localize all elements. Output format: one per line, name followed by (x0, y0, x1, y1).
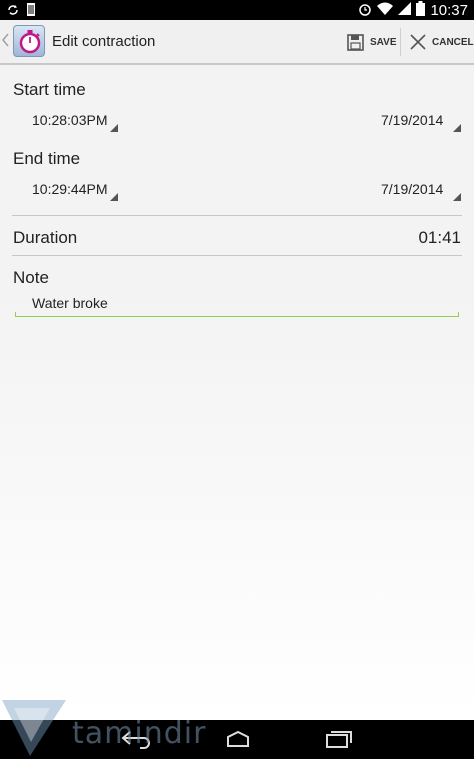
end-time-value: 10:29:44PM (32, 181, 108, 197)
recent-apps-button[interactable] (325, 728, 353, 755)
back-arrow-icon (121, 731, 150, 749)
end-date-value: 7/19/2014 (381, 181, 444, 197)
recent-apps-icon (326, 731, 352, 748)
up-navigation-button[interactable] (2, 33, 12, 49)
duration-value: 01:41 (418, 228, 461, 247)
save-button[interactable]: SAVE (347, 20, 397, 64)
note-input[interactable]: Water broke (15, 292, 459, 317)
sync-icon (6, 3, 20, 21)
home-button[interactable] (222, 730, 254, 753)
status-right-icons: 10:37 (358, 1, 468, 19)
alarm-icon (358, 2, 372, 19)
chevron-left-icon (2, 33, 9, 47)
signal-icon (398, 2, 412, 18)
status-bar: 10:37 (0, 0, 474, 20)
back-button[interactable] (120, 728, 152, 755)
app-screen: Edit contraction SAVE CANCEL Start time … (0, 20, 474, 720)
wifi-icon (377, 2, 394, 18)
start-time-value: 10:28:03PM (32, 112, 108, 128)
end-date-picker[interactable]: 7/19/2014 (381, 181, 461, 201)
close-icon (410, 34, 426, 50)
note-input-value: Water broke (32, 295, 108, 311)
end-time-label: End time (13, 149, 81, 168)
spinner-corner-icon (453, 193, 461, 201)
save-disk-icon (347, 33, 364, 51)
action-bar-divider (400, 28, 401, 56)
screen-title: Edit contraction (52, 33, 156, 50)
divider (12, 255, 462, 256)
start-date-picker[interactable]: 7/19/2014 (381, 112, 461, 132)
input-underline-cap (15, 312, 16, 316)
duration-label: Duration (13, 228, 78, 247)
divider (12, 215, 462, 216)
notification-icon (26, 3, 36, 21)
spinner-corner-icon (110, 124, 118, 132)
action-bar: Edit contraction SAVE CANCEL (0, 20, 474, 65)
spinner-corner-icon (453, 124, 461, 132)
end-time-picker[interactable]: 10:29:44PM (32, 181, 118, 201)
note-label: Note (13, 268, 49, 287)
battery-icon (416, 1, 426, 19)
start-time-picker[interactable]: 10:28:03PM (32, 112, 118, 132)
cancel-button-label: CANCEL (432, 36, 474, 48)
start-date-value: 7/19/2014 (381, 112, 444, 128)
cancel-button[interactable]: CANCEL (410, 20, 474, 64)
input-underline-cap (458, 312, 459, 316)
stopwatch-app-icon[interactable] (13, 25, 45, 57)
spinner-corner-icon (110, 193, 118, 201)
status-left-icons (6, 3, 36, 21)
status-clock: 10:37 (430, 1, 468, 19)
home-icon (227, 730, 249, 747)
save-button-label: SAVE (370, 36, 397, 48)
start-time-label: Start time (13, 80, 86, 99)
system-navigation-bar (0, 720, 474, 759)
